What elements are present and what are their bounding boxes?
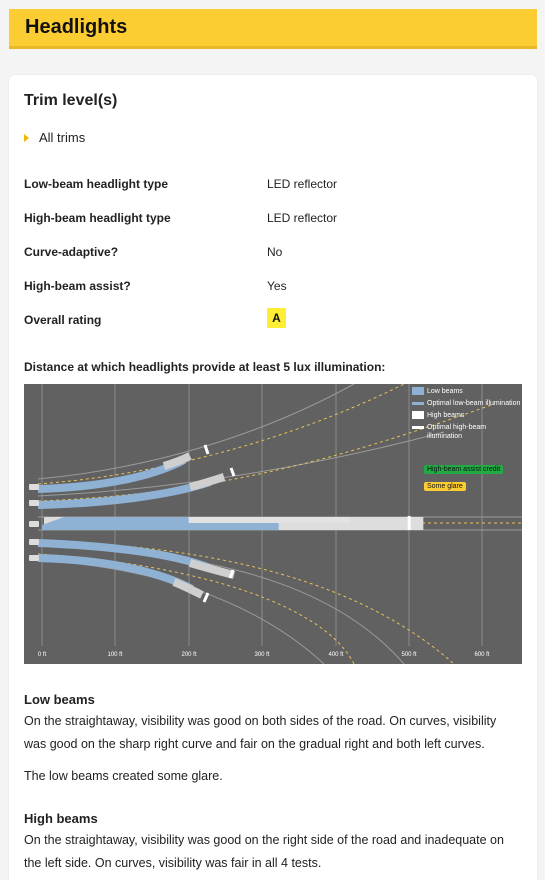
- car-icon: [29, 500, 39, 506]
- road-edge: [37, 559, 325, 664]
- spec-row-low-beam-type: Low-beam headlight type LED reflector: [24, 177, 524, 193]
- legend-label: Optimal high-beam illumination: [427, 424, 487, 440]
- chart-title: Distance at which headlights provide at …: [24, 360, 386, 374]
- glare-badge: Some glare: [424, 482, 466, 491]
- car-icon: [29, 521, 39, 527]
- spec-value: LED reflector: [267, 177, 338, 191]
- spec-row-curve-adaptive: Curve-adaptive? No: [24, 245, 524, 261]
- legend-item-optimal-low: Optimal low-beam illumination: [412, 399, 522, 408]
- assist-credit-badge: High-beam assist credit: [424, 465, 504, 474]
- headlights-card: Trim level(s) All trims Low-beam headlig…: [9, 75, 537, 880]
- spec-value: Yes: [267, 279, 287, 293]
- low-beams-text: On the straightaway, visibility was good…: [24, 714, 497, 751]
- x-tick-label: 0 ft: [38, 652, 47, 658]
- legend-swatch: [412, 426, 424, 429]
- high-beam-marker: [202, 592, 210, 603]
- chart-legend: Low beams Optimal low-beam illumination …: [412, 387, 522, 444]
- high-beam-marker: [229, 467, 236, 477]
- x-ticks: 0 ft 100 ft 200 ft 300 ft 400 ft 500 ft …: [38, 652, 490, 658]
- legend-swatch: [412, 411, 424, 419]
- lane-line: [37, 553, 355, 664]
- low-beams-glare-text: The low beams created some glare.: [24, 769, 223, 783]
- page-title: Headlights: [25, 16, 128, 38]
- lane-line: [37, 384, 405, 485]
- road-edge: [37, 384, 355, 480]
- high-beam-band: [162, 452, 192, 470]
- car-icon: [29, 539, 39, 545]
- high-beam-band: [172, 578, 204, 599]
- optimal-high-marker: [407, 516, 411, 530]
- legend-item-high-beams: High beams: [412, 411, 522, 420]
- trim-item-all[interactable]: All trims: [24, 130, 85, 145]
- legend-swatch: [412, 402, 424, 405]
- trim-heading: Trim level(s): [24, 92, 118, 109]
- legend-item-optimal-high: Optimal high-beam illumination: [412, 423, 522, 441]
- x-tick-label: 200 ft: [181, 652, 196, 658]
- spec-label: Low-beam headlight type: [24, 177, 169, 191]
- car-icon: [29, 555, 39, 561]
- rating-badge: A: [267, 308, 286, 328]
- x-tick-label: 100 ft: [107, 652, 122, 658]
- high-beam-overlap: [188, 517, 350, 523]
- high-beam-band: [189, 473, 226, 491]
- straightaway-beams: [42, 516, 424, 530]
- legend-item-low-beams: Low beams: [412, 387, 522, 396]
- trim-item-label: All trims: [39, 130, 86, 145]
- spec-label: High-beam assist?: [24, 279, 131, 293]
- spec-row-high-beam-assist: High-beam assist? Yes: [24, 279, 524, 295]
- high-beams-text: On the straightaway, visibility was good…: [24, 833, 504, 870]
- low-beams-heading: Low beams: [24, 692, 95, 707]
- car-icon: [29, 484, 39, 490]
- x-tick-label: 400 ft: [328, 652, 343, 658]
- spec-label: Curve-adaptive?: [24, 245, 119, 259]
- x-tick-label: 500 ft: [401, 652, 416, 658]
- caret-right-icon: [24, 133, 29, 142]
- high-beam-marker: [203, 444, 210, 455]
- legend-label: High beams: [427, 412, 465, 419]
- spec-label: High-beam headlight type: [24, 211, 171, 225]
- spec-value: LED reflector: [267, 211, 338, 225]
- headlight-chart: 0 ft 100 ft 200 ft 300 ft 400 ft 500 ft …: [24, 384, 522, 664]
- low-beam-band: [37, 456, 186, 493]
- car-icons: [29, 484, 39, 561]
- x-tick-label: 300 ft: [254, 652, 269, 658]
- legend-label: Low beams: [427, 388, 463, 395]
- spec-row-high-beam-type: High-beam headlight type LED reflector: [24, 211, 524, 227]
- legend-label: Optimal low-beam illumination: [427, 400, 521, 407]
- spec-value: No: [267, 245, 283, 259]
- legend-swatch: [412, 387, 424, 395]
- page-header: Headlights: [9, 9, 537, 49]
- spec-label: Overall rating: [24, 313, 102, 327]
- x-tick-label: 600 ft: [474, 652, 489, 658]
- high-beams-heading: High beams: [24, 811, 98, 826]
